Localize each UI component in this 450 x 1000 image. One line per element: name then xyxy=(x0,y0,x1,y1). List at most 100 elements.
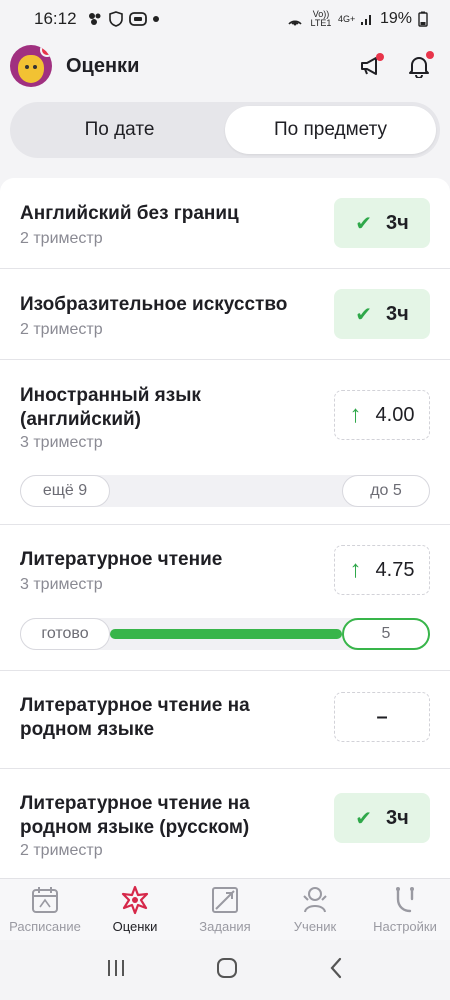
progress-fill xyxy=(110,629,342,639)
subject-term: 2 триместр xyxy=(20,321,103,338)
recent-apps-button[interactable] xyxy=(104,958,128,983)
status-right: Vo)) LTE1 4G+ 19% xyxy=(286,10,428,28)
sort-segmented-control: По дате По предмету xyxy=(10,102,440,158)
grade-value: 3ч xyxy=(386,211,409,234)
grade-badge[interactable]: ✔ 3ч xyxy=(334,198,430,248)
subject-name: Английский без границ xyxy=(20,203,239,224)
list-item[interactable]: Иностранный язык (английский) 3 триместр… xyxy=(0,360,450,525)
battery-percent: 19% xyxy=(379,10,412,27)
home-icon xyxy=(216,957,237,978)
back-icon xyxy=(330,957,342,978)
grade-badge[interactable]: ↑ 4.00 xyxy=(334,390,430,440)
page-title: Оценки xyxy=(66,54,140,77)
notifications-button[interactable] xyxy=(406,51,434,79)
subject-name: Иностранный язык (английский) 3 триместр xyxy=(20,384,201,452)
app-icon xyxy=(128,12,147,26)
subject-term: 3 триместр xyxy=(20,576,103,593)
subject-name-line1: Иностранный язык xyxy=(20,385,201,406)
grade-badge[interactable]: ✔ 3ч xyxy=(334,289,430,339)
announcements-button[interactable] xyxy=(358,53,384,79)
subject-name: Литературное чтение на родном языке (рус… xyxy=(20,792,250,860)
list-item[interactable]: Английский без границ 2 триместр ✔ 3ч xyxy=(0,178,450,269)
nav-settings[interactable]: Настройки xyxy=(360,879,450,940)
progress-target: до 5 xyxy=(342,475,430,507)
nav-label: Настройки xyxy=(373,919,437,934)
header-actions xyxy=(358,51,434,79)
bottom-navigation: Расписание Оценки Задания Ученик Настрой… xyxy=(0,878,450,940)
progress-target: 5 xyxy=(342,618,430,650)
nav-tasks[interactable]: Задания xyxy=(180,879,270,940)
check-icon: ✔ xyxy=(355,807,373,830)
signal-icon xyxy=(360,15,371,25)
subject-name-line2: родном языке xyxy=(20,719,155,740)
student-icon xyxy=(300,885,330,915)
grade-badge[interactable]: – xyxy=(334,692,430,742)
grade-value: – xyxy=(376,705,388,728)
more-notifications-dot xyxy=(152,16,159,22)
grade-value: 3ч xyxy=(386,806,409,829)
lion-mascot-icon xyxy=(18,55,44,83)
subject-term: 2 триместр xyxy=(20,230,103,247)
progress-status: готово xyxy=(20,618,110,650)
grade-value: 4.75 xyxy=(375,558,415,581)
home-button[interactable] xyxy=(215,956,239,985)
notifications-dot xyxy=(426,51,434,59)
subject-name-line1: Литературное чтение на xyxy=(20,793,250,814)
app-header: Оценки xyxy=(0,38,450,94)
system-navigation-bar xyxy=(0,940,450,1000)
list-item[interactable]: Литературное чтение 3 триместр ↑ 4.75 го… xyxy=(0,525,450,671)
grade-progress: готово 5 xyxy=(20,618,430,650)
nav-student[interactable]: Ученик xyxy=(270,879,360,940)
list-item[interactable]: Литературное чтение на родном языке (рус… xyxy=(0,769,450,878)
avatar-eye-left xyxy=(25,65,29,69)
network-label: Vo)) LTE1 xyxy=(310,9,332,28)
shield-icon xyxy=(108,11,123,27)
back-button[interactable] xyxy=(326,956,346,985)
grade-progress: ещё 9 до 5 xyxy=(20,475,430,507)
nav-grades[interactable]: Оценки xyxy=(90,879,180,940)
recent-apps-icon xyxy=(107,959,124,976)
grade-value: 4.00 xyxy=(375,403,415,426)
subject-term: 2 триместр xyxy=(20,842,103,859)
arrow-up-icon: ↑ xyxy=(349,556,362,583)
announcements-dot xyxy=(376,53,384,61)
subject-name-line2: родном языке (русском) xyxy=(20,817,250,838)
nav-label: Оценки xyxy=(112,919,158,934)
avatar-badge xyxy=(40,45,52,57)
grade-value: 3ч xyxy=(386,302,409,325)
status-notification-icons xyxy=(87,11,159,27)
status-bar: 16:12 Vo)) LTE1 4G+ 19% xyxy=(0,0,450,38)
subject-name-line1: Литературное чтение на xyxy=(20,695,250,716)
tasks-icon xyxy=(210,885,240,915)
check-icon: ✔ xyxy=(355,303,373,326)
cluster-icon xyxy=(88,13,101,25)
grade-badge[interactable]: ✔ 3ч xyxy=(334,793,430,843)
avatar-eye-right xyxy=(33,65,37,69)
grades-list: Английский без границ 2 триместр ✔ 3ч Из… xyxy=(0,178,450,878)
grade-badge[interactable]: ↑ 4.75 xyxy=(334,545,430,595)
subject-name: Литературное чтение xyxy=(20,549,223,570)
nav-label: Расписание xyxy=(9,919,81,934)
battery-icon xyxy=(418,11,428,27)
status-time: 16:12 xyxy=(34,9,77,28)
subject-name: Литературное чтение на родном языке xyxy=(20,694,250,742)
signal-4g-label: 4G+ xyxy=(337,13,356,24)
progress-remaining: ещё 9 xyxy=(20,475,110,507)
list-item[interactable]: Литературное чтение на родном языке – xyxy=(0,671,450,769)
list-item[interactable]: Изобразительное искусство 2 триместр ✔ 3… xyxy=(0,269,450,360)
nav-schedule[interactable]: Расписание xyxy=(0,879,90,940)
nav-label: Задания xyxy=(199,919,251,934)
subject-name-line2: (английский) xyxy=(20,409,142,430)
nav-label: Ученик xyxy=(293,919,337,934)
calendar-icon xyxy=(30,885,60,915)
avatar[interactable] xyxy=(10,45,52,87)
hotspot-icon xyxy=(288,20,302,26)
check-icon: ✔ xyxy=(355,212,373,235)
subject-term: 3 триместр xyxy=(20,434,103,451)
arrow-up-icon: ↑ xyxy=(349,401,362,428)
segment-by-date[interactable]: По дате xyxy=(14,106,225,154)
settings-icon xyxy=(390,885,420,915)
grades-star-icon xyxy=(120,885,150,915)
subject-name: Изобразительное искусство xyxy=(20,294,288,315)
segment-by-subject[interactable]: По предмету xyxy=(225,106,436,154)
